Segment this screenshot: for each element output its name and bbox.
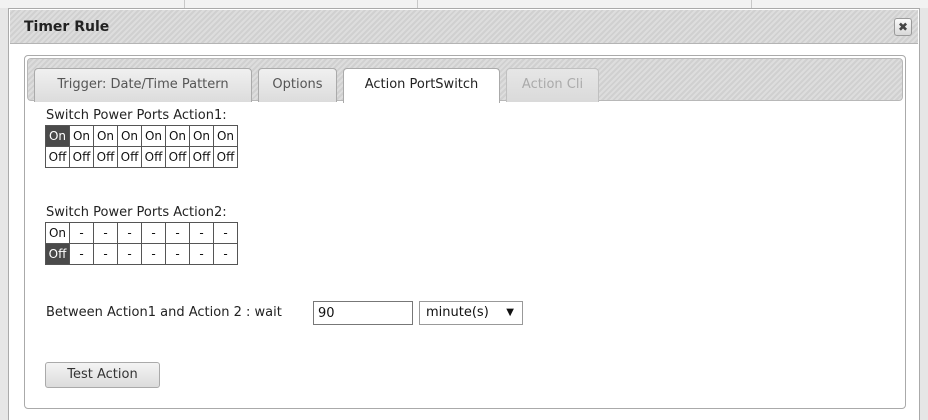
port-7-on-cell[interactable]: On — [189, 125, 214, 147]
tab-trigger-date-time-pattern[interactable]: Trigger: Date/Time Pattern — [34, 68, 252, 102]
test-action-label: Test Action — [67, 367, 138, 382]
tab-action-portswitch[interactable]: Action PortSwitch — [343, 68, 500, 103]
port-4-on-cell[interactable]: On — [117, 125, 142, 147]
port-1-on-cell[interactable]: On — [45, 222, 70, 244]
wait-unit-value: minute(s) — [426, 305, 489, 320]
port-2-on-cell[interactable]: On — [69, 125, 94, 147]
port-8-on-cell[interactable]: - — [213, 222, 238, 244]
port-4-off-cell[interactable]: Off — [117, 146, 142, 168]
port-6-off-cell[interactable]: - — [165, 243, 190, 265]
action1-label: Switch Power Ports Action1: — [46, 108, 227, 123]
tabs-header: Trigger: Date/Time Pattern Options Actio… — [27, 58, 903, 103]
chevron-down-icon: ▼ — [506, 307, 514, 318]
tab-label: Options — [272, 77, 323, 92]
port-7-off-cell[interactable]: Off — [189, 146, 214, 168]
wait-label: Between Action1 and Action 2 : wait — [46, 305, 282, 320]
action1-port-grid: On On On On On On On On Off Off Off Off … — [45, 125, 238, 168]
action2-port-grid: On - - - - - - - Off - - - - - - - — [45, 222, 238, 265]
port-6-on-cell[interactable]: On — [165, 125, 190, 147]
background-divider — [184, 0, 185, 8]
port-5-on-cell[interactable]: On — [141, 125, 166, 147]
tab-label: Trigger: Date/Time Pattern — [57, 77, 229, 92]
action1-on-row: On On On On On On On On — [45, 125, 238, 147]
port-1-off-cell[interactable]: Off — [45, 243, 70, 265]
port-1-off-cell[interactable]: Off — [45, 146, 70, 168]
background-divider — [751, 0, 752, 8]
action2-label: Switch Power Ports Action2: — [46, 205, 227, 220]
port-6-on-cell[interactable]: - — [165, 222, 190, 244]
port-5-off-cell[interactable]: - — [141, 243, 166, 265]
port-3-off-cell[interactable]: - — [93, 243, 118, 265]
close-icon[interactable]: ✖ — [894, 18, 912, 36]
tab-action-cli: Action Cli — [506, 68, 599, 102]
port-5-on-cell[interactable]: - — [141, 222, 166, 244]
port-5-off-cell[interactable]: Off — [141, 146, 166, 168]
dialog-title: Timer Rule — [24, 19, 110, 35]
tab-options[interactable]: Options — [258, 68, 337, 102]
action2-on-row: On - - - - - - - — [45, 222, 238, 244]
wait-value-input[interactable] — [313, 301, 413, 325]
port-2-off-cell[interactable]: Off — [69, 146, 94, 168]
port-7-off-cell[interactable]: - — [189, 243, 214, 265]
port-2-on-cell[interactable]: - — [69, 222, 94, 244]
port-1-on-cell[interactable]: On — [45, 125, 70, 147]
port-6-off-cell[interactable]: Off — [165, 146, 190, 168]
dialog-titlebar[interactable]: Timer Rule ✖ — [10, 10, 918, 44]
port-8-on-cell[interactable]: On — [213, 125, 238, 147]
port-8-off-cell[interactable]: Off — [213, 146, 238, 168]
tab-label: Action PortSwitch — [364, 77, 479, 92]
port-8-off-cell[interactable]: - — [213, 243, 238, 265]
port-4-on-cell[interactable]: - — [117, 222, 142, 244]
action1-off-row: Off Off Off Off Off Off Off Off — [45, 146, 238, 168]
port-3-on-cell[interactable]: On — [93, 125, 118, 147]
test-action-button[interactable]: Test Action — [45, 362, 160, 388]
port-3-on-cell[interactable]: - — [93, 222, 118, 244]
port-2-off-cell[interactable]: - — [69, 243, 94, 265]
port-7-on-cell[interactable]: - — [189, 222, 214, 244]
tab-label: Action Cli — [521, 77, 584, 92]
port-3-off-cell[interactable]: Off — [93, 146, 118, 168]
action2-off-row: Off - - - - - - - — [45, 243, 238, 265]
background-divider — [417, 0, 418, 8]
wait-unit-select[interactable]: minute(s) ▼ — [419, 301, 523, 325]
port-4-off-cell[interactable]: - — [117, 243, 142, 265]
background-strip — [0, 0, 928, 8]
